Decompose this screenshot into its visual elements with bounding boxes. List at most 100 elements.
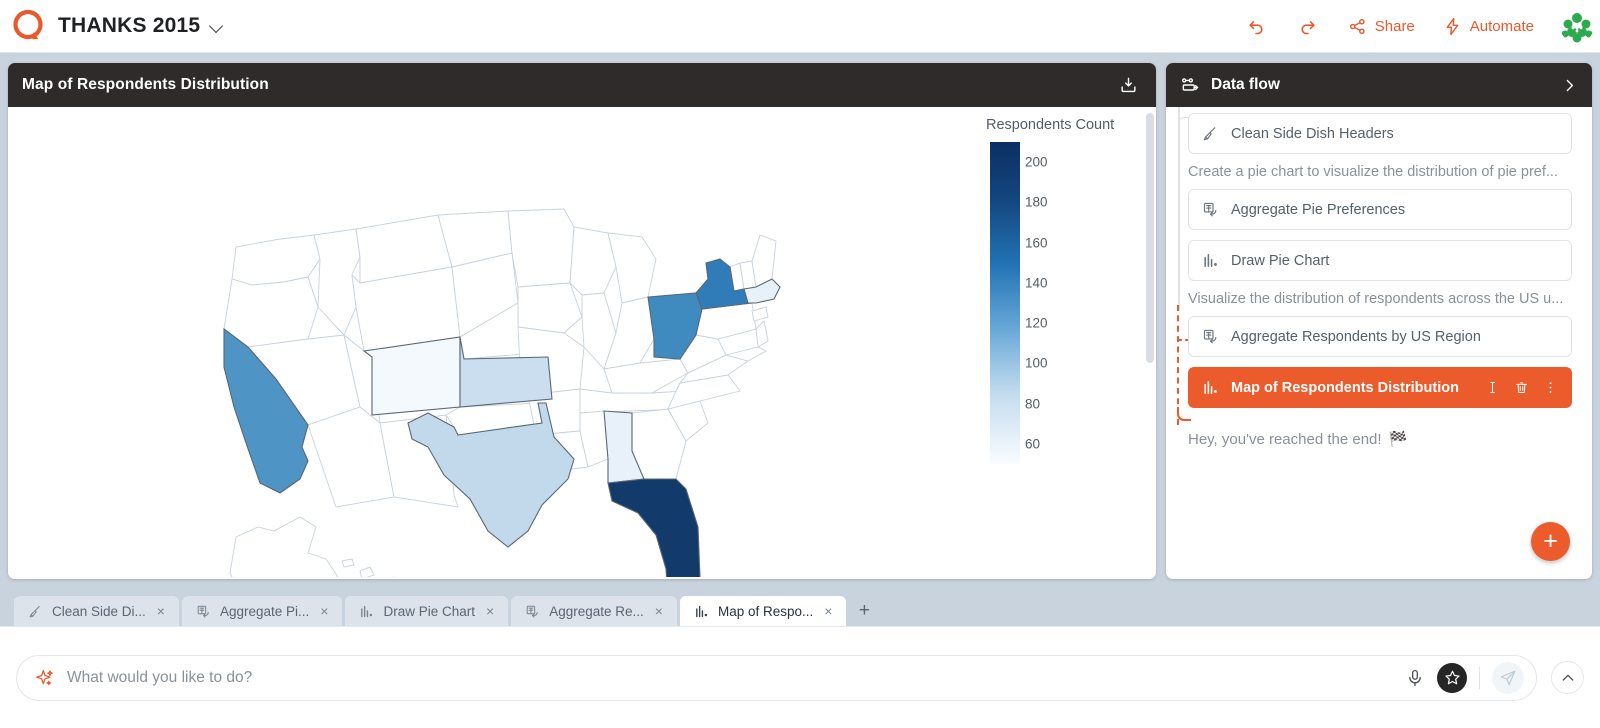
legend-tick-120: 120 <box>1025 315 1048 331</box>
legend-tick-200: 200 <box>1025 154 1048 170</box>
tab[interactable]: Aggregate Re... × <box>511 596 677 626</box>
state-NJ <box>755 320 769 348</box>
flow-node-label: Draw Pie Chart <box>1231 252 1330 269</box>
top-bar-actions: Share Automate <box>1230 9 1600 43</box>
undo-button[interactable] <box>1230 9 1282 43</box>
bar-chart-icon <box>361 605 373 617</box>
data-flow-title: Data flow <box>1211 76 1280 93</box>
map-panel-title: Map of Respondents Distribution <box>22 76 269 93</box>
flow-node[interactable]: Clean Side Dish Headers <box>1188 113 1572 154</box>
legend-tick-labels: 200 180 160 140 120 100 80 60 <box>1025 142 1105 464</box>
legend-tick-160: 160 <box>1025 235 1048 251</box>
flow-item-list: Clean Side Dish Headers Create a pie char… <box>1188 113 1572 408</box>
state-FL <box>607 478 701 579</box>
state-AZ <box>307 406 395 508</box>
legend-tick-180: 180 <box>1025 194 1048 210</box>
broom-icon <box>1203 127 1216 141</box>
sparkle-icon <box>35 668 55 688</box>
us-map-svg <box>223 208 781 579</box>
tab-close-button[interactable]: × <box>822 604 834 618</box>
microphone-button[interactable] <box>1405 668 1425 688</box>
tab[interactable]: Aggregate Pi... × <box>181 596 343 626</box>
tab-active[interactable]: Map of Respo... × <box>679 596 847 626</box>
rename-icon <box>1490 382 1495 393</box>
tab[interactable]: Clean Side Di... × <box>14 596 179 626</box>
tab-close-button[interactable]: × <box>484 604 496 618</box>
redo-button[interactable] <box>1282 9 1334 43</box>
tab-label: Clean Side Di... <box>52 603 146 619</box>
choropleth-map[interactable] <box>8 107 1148 579</box>
legend-title: Respondents Count <box>986 117 1115 133</box>
flow-rail-branch-lower <box>1177 407 1191 421</box>
legend-tick-140: 140 <box>1025 275 1048 291</box>
collapse-flow-button[interactable] <box>1561 77 1578 94</box>
broom-icon-wrap <box>1202 125 1219 142</box>
bar-chart-icon-wrap <box>1202 252 1219 269</box>
broom-icon-wrap <box>28 604 43 619</box>
tab-close-button[interactable]: × <box>318 604 330 618</box>
undo-icon <box>1249 21 1263 35</box>
prompt-field[interactable] <box>16 654 1537 701</box>
map-scrollbar[interactable] <box>1146 113 1154 363</box>
table-transform-icon-wrap <box>525 604 540 619</box>
automate-button[interactable]: Automate <box>1429 11 1548 42</box>
flow-node-actions <box>1485 380 1558 395</box>
flow-description: Create a pie chart to visualize the dist… <box>1188 164 1558 180</box>
bar-chart-icon-wrap <box>694 604 709 619</box>
more-options-button[interactable] <box>1543 380 1558 395</box>
bar-chart-icon-wrap <box>359 604 374 619</box>
share-button[interactable]: Share <box>1334 11 1429 42</box>
collapse-prompt-button[interactable] <box>1551 661 1584 694</box>
tab-label: Map of Respo... <box>717 603 814 619</box>
chevron-up-icon <box>1562 674 1573 681</box>
sparkle-glyph <box>36 669 53 685</box>
flow-node-selected[interactable]: Map of Respondents Distribution <box>1188 367 1572 408</box>
state-CO <box>362 336 461 416</box>
broom-icon <box>29 605 40 617</box>
chevron-down-icon[interactable] <box>210 19 224 33</box>
table-transform-icon-wrap <box>196 604 211 619</box>
add-step-button[interactable]: + <box>1531 522 1570 561</box>
flow-node[interactable]: Draw Pie Chart <box>1188 240 1572 281</box>
state-OR <box>223 276 319 348</box>
table-transform-icon <box>197 605 209 618</box>
prompt-divider <box>1479 666 1480 689</box>
tab-label: Aggregate Pi... <box>219 603 310 619</box>
data-flow-header: Data flow <box>1166 63 1592 107</box>
flow-node-label: Aggregate Respondents by US Region <box>1231 328 1481 345</box>
send-button[interactable] <box>1492 661 1524 694</box>
tab-close-button[interactable]: × <box>653 604 665 618</box>
lightning-bolt-icon <box>1446 17 1459 35</box>
flow-end-message: Hey, you've reached the end! 🏁 <box>1188 430 1572 449</box>
table-transform-icon <box>1203 329 1217 344</box>
user-avatar-icon <box>1561 13 1593 43</box>
delete-button[interactable] <box>1514 380 1529 395</box>
table-transform-icon-wrap <box>1202 328 1219 345</box>
share-network-icon <box>1349 18 1365 34</box>
download-button[interactable] <box>1115 72 1142 99</box>
legend-tick-60: 60 <box>1025 436 1041 452</box>
star-button[interactable] <box>1437 662 1467 693</box>
chevron-right-icon <box>1566 79 1574 91</box>
share-label: Share <box>1374 17 1415 35</box>
delete-icon <box>1516 382 1527 393</box>
app-logo[interactable] <box>0 9 58 43</box>
rename-button[interactable] <box>1485 380 1500 395</box>
prompt-input[interactable] <box>67 668 1393 687</box>
flow-node[interactable]: Aggregate Respondents by US Region <box>1188 316 1572 357</box>
state-NC <box>667 374 741 410</box>
top-bar: THANKS 2015 Share Automate <box>0 0 1600 53</box>
flow-node[interactable]: Aggregate Pie Preferences <box>1188 189 1572 230</box>
legend-tick-80: 80 <box>1025 396 1041 412</box>
state-CT <box>751 306 769 322</box>
tab-close-button[interactable]: × <box>155 604 167 618</box>
tab[interactable]: Draw Pie Chart × <box>345 596 509 626</box>
data-flow-icon <box>1181 78 1199 91</box>
state-MN <box>507 208 575 288</box>
avatar[interactable] <box>1560 9 1594 43</box>
flow-node-label: Clean Side Dish Headers <box>1231 125 1394 142</box>
state-AK <box>229 516 339 579</box>
star-icon <box>1444 670 1460 685</box>
new-tab-button[interactable]: + <box>849 596 879 626</box>
bar-chart-icon <box>696 605 708 617</box>
